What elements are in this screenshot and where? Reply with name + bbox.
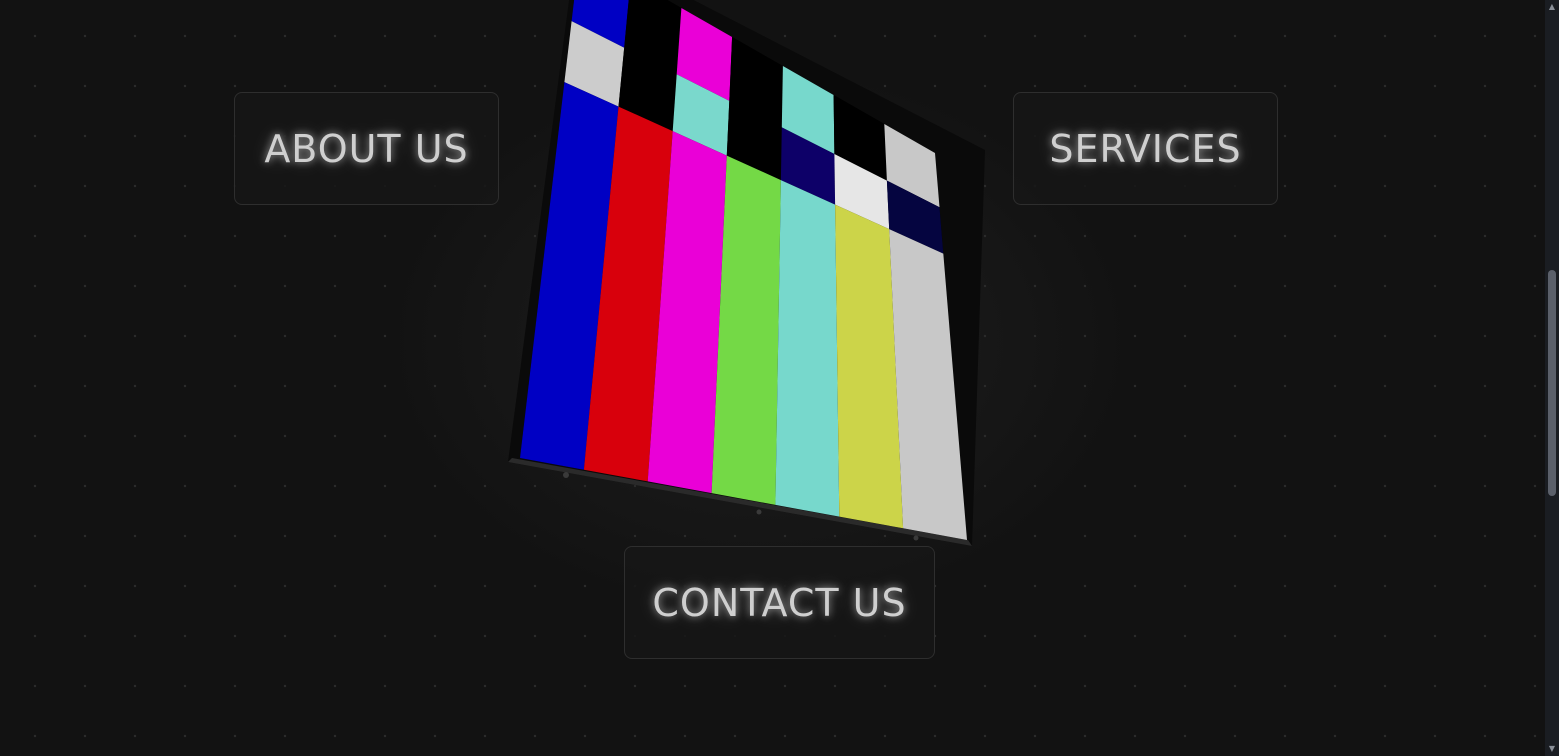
services-button[interactable]: SERVICES	[1013, 92, 1278, 205]
scrollbar-thumb[interactable]	[1548, 270, 1556, 496]
about-us-button[interactable]: ABOUT US	[234, 92, 499, 205]
tv-foot-left	[563, 472, 569, 478]
triangle-down-icon[interactable]: ▼	[1545, 742, 1559, 756]
tv-screen-background	[520, 0, 967, 540]
tv-bezel	[508, 0, 985, 546]
tv-strip-bar	[676, 8, 733, 101]
tv-strip-bar	[571, 0, 629, 48]
tv-castellation-bar	[780, 127, 836, 205]
tv-strip-bar	[624, 0, 682, 75]
tv-bottom-edge	[508, 458, 972, 546]
tv-color-bar	[520, 82, 619, 470]
tv-strip-bar	[729, 37, 783, 128]
tv-strip-bar	[884, 124, 940, 208]
page-scrollbar[interactable]: ▲ ▼	[1545, 0, 1559, 756]
services-label: SERVICES	[1049, 126, 1242, 171]
tv-color-bar	[711, 155, 781, 505]
tv-strip-bar	[833, 95, 887, 181]
tv-color-bar	[647, 131, 727, 494]
tv-castellation-bar	[672, 74, 730, 156]
tv-screen	[520, 0, 967, 540]
tv-castellation-bar	[618, 47, 677, 132]
tv-color-bar	[583, 106, 673, 482]
tv-strip-bar	[781, 66, 835, 154]
tv-color-bar	[889, 229, 967, 540]
tv-foot-center	[756, 509, 762, 515]
tv-foot-right	[913, 535, 919, 541]
tv-castellation-bar	[726, 100, 782, 181]
contact-us-label: CONTACT US	[652, 580, 907, 625]
tv-color-bar	[835, 204, 904, 529]
contact-us-button[interactable]: CONTACT US	[624, 546, 935, 659]
tv-castellation-bar	[886, 180, 944, 254]
page: ABOUT US SERVICES CONTACT US	[0, 0, 1545, 756]
tv-castellation-bar	[564, 21, 625, 107]
tv-castellation-bar	[834, 154, 890, 230]
tv-color-bar	[775, 180, 840, 517]
about-us-label: ABOUT US	[264, 126, 469, 171]
triangle-up-icon[interactable]: ▲	[1545, 0, 1559, 14]
